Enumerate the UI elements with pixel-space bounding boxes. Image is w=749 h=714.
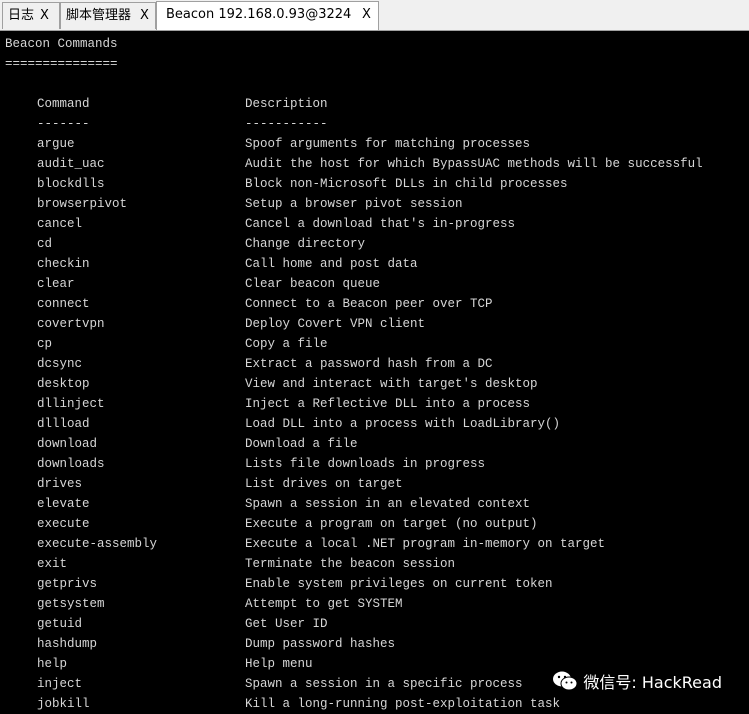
command-description: Help menu bbox=[245, 657, 313, 671]
command-description: Audit the host for which BypassUAC metho… bbox=[245, 157, 703, 171]
tab-script-manager-close-icon[interactable]: X bbox=[140, 3, 149, 28]
command-description: Download a file bbox=[245, 437, 358, 451]
command-name: checkin bbox=[37, 257, 90, 271]
tab-beacon-close-icon[interactable]: X bbox=[362, 2, 371, 27]
header-description-rule: ----------- bbox=[245, 117, 328, 131]
header-command: Command bbox=[37, 97, 90, 111]
command-name: covertvpn bbox=[37, 317, 105, 331]
tab-beacon-label: Beacon 192.168.0.93@3224 bbox=[166, 7, 352, 22]
command-name: browserpivot bbox=[37, 197, 128, 211]
command-name: jobkill bbox=[37, 697, 90, 711]
command-name: hashdump bbox=[37, 637, 98, 651]
tab-bar: 日志 X 脚本管理器 X Beacon 192.168.0.93@3224 X bbox=[0, 0, 749, 31]
command-name: execute-assembly bbox=[37, 537, 158, 551]
command-description: Execute a local .NET program in-memory o… bbox=[245, 537, 606, 551]
tab-script-manager-label: 脚本管理器 bbox=[66, 8, 132, 23]
console-title-underline: =============== bbox=[5, 57, 118, 71]
command-name: drives bbox=[37, 477, 83, 491]
command-description: Kill a long-running post-exploitation ta… bbox=[245, 697, 561, 711]
command-description: Dump password hashes bbox=[245, 637, 396, 651]
command-description: Load DLL into a process with LoadLibrary… bbox=[245, 417, 561, 431]
command-name: dllinject bbox=[37, 397, 105, 411]
command-name: getprivs bbox=[37, 577, 98, 591]
command-description: Change directory bbox=[245, 237, 366, 251]
beacon-console[interactable]: Beacon Commands =============== Command … bbox=[0, 31, 749, 714]
command-name: audit_uac bbox=[37, 157, 105, 171]
command-description: Extract a password hash from a DC bbox=[245, 357, 493, 371]
command-name: getsystem bbox=[37, 597, 105, 611]
command-name: download bbox=[37, 437, 98, 451]
tab-log-close-icon[interactable]: X bbox=[40, 3, 49, 28]
command-description: List drives on target bbox=[245, 477, 403, 491]
command-description: Setup a browser pivot session bbox=[245, 197, 463, 211]
command-description: Cancel a download that's in-progress bbox=[245, 217, 516, 231]
command-description: Execute a program on target (no output) bbox=[245, 517, 538, 531]
command-name: clear bbox=[37, 277, 75, 291]
command-name: cp bbox=[37, 337, 53, 351]
command-name: downloads bbox=[37, 457, 105, 471]
command-description: Inject a Reflective DLL into a process bbox=[245, 397, 531, 411]
command-description: Lists file downloads in progress bbox=[245, 457, 486, 471]
console-title: Beacon Commands bbox=[5, 37, 118, 51]
tab-beacon[interactable]: Beacon 192.168.0.93@3224 X bbox=[156, 1, 379, 30]
command-name: blockdlls bbox=[37, 177, 105, 191]
tab-log-label: 日志 bbox=[8, 8, 35, 23]
command-description: Get User ID bbox=[245, 617, 328, 631]
command-name: getuid bbox=[37, 617, 83, 631]
command-description: Spawn a session in a specific process bbox=[245, 677, 523, 691]
command-name: inject bbox=[37, 677, 83, 691]
command-description: View and interact with target's desktop bbox=[245, 377, 538, 391]
command-name: argue bbox=[37, 137, 75, 151]
command-name: cd bbox=[37, 237, 53, 251]
watermark-text: 微信号: HackRead bbox=[583, 673, 722, 692]
command-description: Deploy Covert VPN client bbox=[245, 317, 426, 331]
command-description: Call home and post data bbox=[245, 257, 418, 271]
command-name: desktop bbox=[37, 377, 90, 391]
tab-script-manager[interactable]: 脚本管理器 X bbox=[60, 2, 156, 29]
command-name: dcsync bbox=[37, 357, 83, 371]
command-name: elevate bbox=[37, 497, 90, 511]
command-description: Spawn a session in an elevated context bbox=[245, 497, 531, 511]
command-name: exit bbox=[37, 557, 68, 571]
command-description: Enable system privileges on current toke… bbox=[245, 577, 553, 591]
command-name: dllload bbox=[37, 417, 90, 431]
header-command-rule: ------- bbox=[37, 117, 90, 131]
command-description: Copy a file bbox=[245, 337, 328, 351]
command-description: Clear beacon queue bbox=[245, 277, 381, 291]
watermark: 微信号: HackRead bbox=[549, 668, 725, 694]
command-name: help bbox=[37, 657, 68, 671]
command-name: connect bbox=[37, 297, 90, 311]
command-description: Spoof arguments for matching processes bbox=[245, 137, 531, 151]
command-description: Block non-Microsoft DLLs in child proces… bbox=[245, 177, 568, 191]
command-description: Terminate the beacon session bbox=[245, 557, 456, 571]
command-name: execute bbox=[37, 517, 90, 531]
command-description: Connect to a Beacon peer over TCP bbox=[245, 297, 493, 311]
command-name: cancel bbox=[37, 217, 83, 231]
wechat-icon bbox=[553, 671, 578, 691]
tab-log[interactable]: 日志 X bbox=[2, 2, 60, 29]
header-description: Description bbox=[245, 97, 328, 111]
command-description: Attempt to get SYSTEM bbox=[245, 597, 403, 611]
